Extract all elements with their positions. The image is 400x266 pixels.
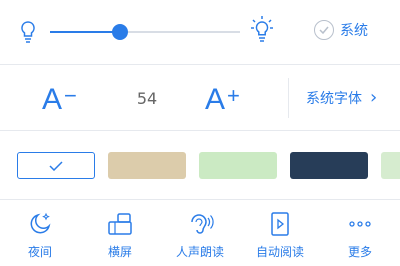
theme-swatch-light-green[interactable] (381, 152, 400, 179)
brightness-row: 系统 (0, 12, 400, 52)
font-increase-sign: + (227, 83, 240, 108)
more-label: 更多 (347, 245, 372, 259)
check-circle-icon (314, 20, 334, 40)
theme-swatch-beige[interactable] (108, 152, 186, 179)
divider (0, 199, 400, 200)
voice-read-icon (186, 209, 214, 239)
brightness-slider-fill (50, 31, 120, 33)
moon-icon (27, 209, 53, 239)
bulb-bright-icon (250, 15, 274, 49)
divider (0, 64, 400, 65)
landscape-button[interactable]: 横屏 (85, 201, 155, 266)
theme-swatch-navy[interactable] (290, 152, 368, 179)
theme-swatch-green[interactable] (199, 152, 277, 179)
font-increase-letter: A (205, 83, 226, 116)
auto-read-icon (268, 209, 292, 239)
system-font-label: 系统字体 (306, 90, 362, 107)
font-decrease-letter: A (42, 83, 63, 116)
divider (0, 130, 400, 131)
vertical-divider (288, 78, 289, 118)
auto-read-label: 自动阅读 (255, 245, 304, 259)
chevron-right-icon: › (370, 87, 378, 108)
bottom-toolbar: 夜间 横屏 人声朗读 自动阅读 更多 (0, 201, 400, 266)
more-button[interactable]: 更多 (325, 201, 395, 266)
voice-read-label: 人声朗读 (175, 245, 224, 259)
system-brightness-label: 系统 (340, 23, 368, 39)
brightness-slider[interactable] (50, 24, 240, 40)
landscape-icon (106, 209, 134, 239)
bulb-dim-icon (18, 19, 38, 49)
theme-swatch-white[interactable] (17, 152, 95, 179)
night-mode-button[interactable]: 夜间 (5, 201, 75, 266)
font-size-value: 54 (136, 89, 158, 108)
voice-read-button[interactable]: 人声朗读 (165, 201, 235, 266)
night-mode-label: 夜间 (27, 245, 52, 259)
more-icon (348, 209, 372, 239)
auto-read-button[interactable]: 自动阅读 (245, 201, 315, 266)
theme-selector (0, 148, 400, 184)
brightness-slider-knob[interactable] (111, 24, 128, 40)
system-brightness-toggle[interactable]: 系统 (314, 20, 368, 40)
system-font-button[interactable]: 系统字体 › (306, 87, 377, 108)
font-decrease-button[interactable]: A− (42, 78, 77, 118)
font-increase-button[interactable]: A+ (205, 78, 240, 118)
font-size-row: A− 54 A+ 系统字体 › (0, 66, 400, 130)
font-decrease-sign: − (64, 83, 77, 108)
landscape-label: 横屏 (107, 245, 132, 259)
checkmark-icon (49, 160, 63, 171)
